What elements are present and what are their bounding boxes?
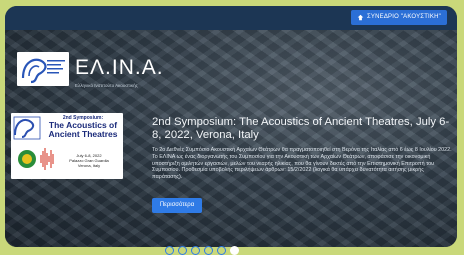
hero-carousel: ΣΥΝΕΔΡΙΟ "ΑΚΟΥΣΤΙΚΗ" ΕΛ.ΙΝ.Α. Ελληνικό Ι… [5, 6, 457, 247]
symposium-button-label: ΣΥΝΕΔΡΙΟ "ΑΚΟΥΣΤΙΚΗ" [367, 14, 441, 20]
slide-description: Το 2ο Διεθνές Συμπόσιο Ακουστική Αρχαίων… [152, 147, 452, 181]
site-name: ΕΛ.ΙΝ.Α. [75, 56, 164, 79]
info-icon [357, 14, 364, 21]
symposium-poster: 2nd Symposium: The Acoustics of Ancient … [11, 113, 123, 179]
top-bar: ΣΥΝΕΔΡΙΟ "ΑΚΟΥΣΤΙΚΗ" [5, 6, 457, 30]
poster-title: 2nd Symposium: The Acoustics of Ancient … [45, 115, 121, 140]
elina-logo[interactable] [17, 52, 69, 86]
poster-line2: The Acoustics of Ancient Theatres [48, 120, 118, 140]
more-button[interactable]: Περισσότερα [152, 198, 202, 213]
ear-logo-icon [21, 58, 65, 84]
symposium-button[interactable]: ΣΥΝΕΔΡΙΟ "ΑΚΟΥΣΤΙΚΗ" [351, 10, 447, 25]
poster-info: July 6-8, 2022 Palazzo Gran Guardia Vero… [69, 153, 109, 168]
slide-title: 2nd Symposium: The Acoustics of Ancient … [152, 116, 450, 141]
site-subtitle: Ελληνικό Ινστιτούτο Ακουστικής [75, 83, 138, 88]
